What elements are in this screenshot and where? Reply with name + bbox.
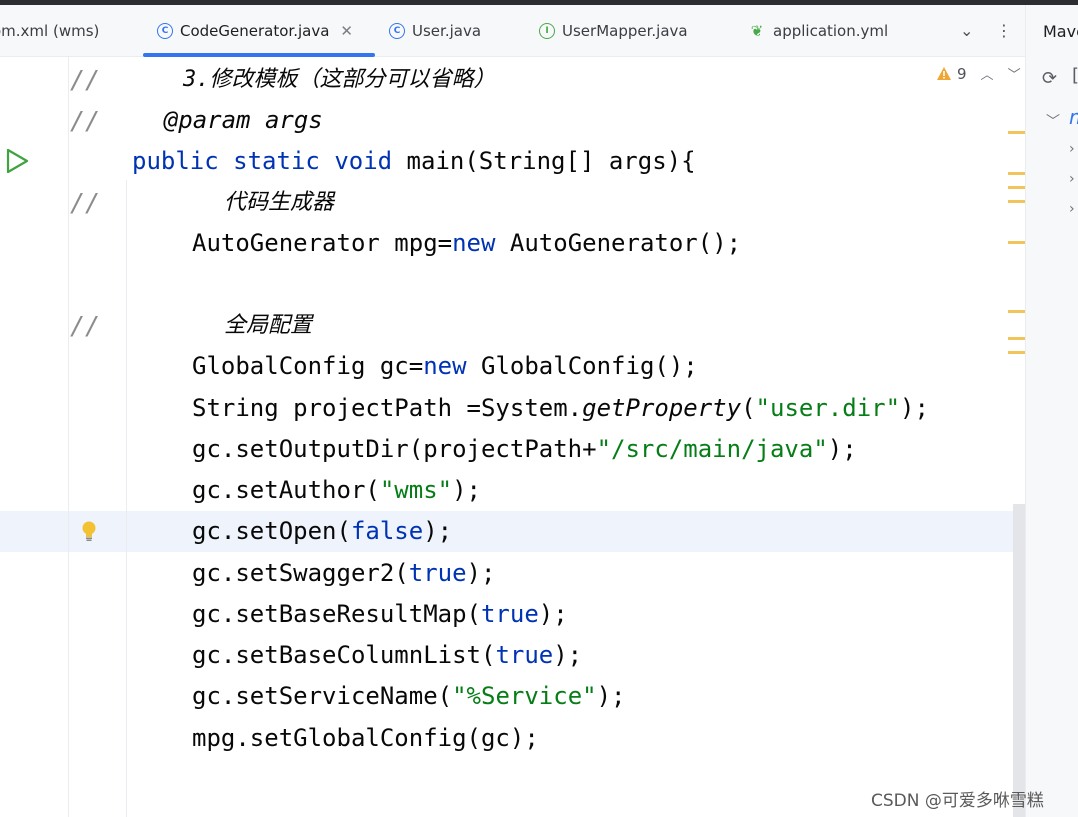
code-line[interactable]: // 全局配置 xyxy=(0,305,1010,346)
code-line[interactable]: gc.setServiceName("%Service"); xyxy=(0,676,1010,717)
comment-text: 全局配置 xyxy=(224,313,313,338)
class-icon: C xyxy=(157,23,173,39)
code-text: AutoGenerator(); xyxy=(495,229,742,257)
keyword: true xyxy=(408,559,467,587)
active-tab-indicator xyxy=(143,53,375,57)
warning-stripe-mark[interactable] xyxy=(1008,241,1025,244)
chevron-down-icon[interactable]: ﹀ xyxy=(1046,111,1060,131)
code-text: gc.setSwagger2( xyxy=(192,559,409,587)
code-line[interactable]: gc.setBaseResultMap(true); xyxy=(0,594,1010,635)
tab-pom-xml[interactable]: om.xml (wms) xyxy=(0,5,99,57)
string-literal: "%Service" xyxy=(452,682,597,710)
tool-window-title: Maven xyxy=(1043,22,1078,41)
keyword: public xyxy=(132,147,219,175)
code-text: ); xyxy=(466,559,496,587)
vertical-scrollbar[interactable] xyxy=(1013,504,1025,817)
code-text: gc.setOpen( xyxy=(192,517,351,545)
class-icon: C xyxy=(389,23,405,39)
code-line-current[interactable]: gc.setOpen(false); xyxy=(0,511,1010,552)
code-text: ); xyxy=(423,517,453,545)
code-line[interactable]: gc.setOutputDir(projectPath+"/src/main/j… xyxy=(0,429,1010,470)
spring-leaf-icon: ❦ xyxy=(750,22,764,40)
chevron-right-icon[interactable]: › xyxy=(1069,141,1075,157)
code-line[interactable]: public static void main(String[] args){ xyxy=(0,141,1010,182)
add-project-icon[interactable]: [ xyxy=(1072,65,1078,86)
warning-stripe-mark[interactable] xyxy=(1008,131,1025,134)
code-line[interactable]: String projectPath =System.getProperty("… xyxy=(0,388,1010,429)
line-comment-marker: // xyxy=(70,65,101,94)
close-icon[interactable]: ✕ xyxy=(340,22,353,40)
string-literal: "wms" xyxy=(379,476,453,504)
keyword: true xyxy=(480,600,539,628)
code-text: ); xyxy=(553,641,583,669)
reload-icon[interactable]: ⟳ xyxy=(1042,68,1057,89)
code-text: gc.setAuthor( xyxy=(192,476,380,504)
watermark: CSDN @可爱多咻雪糕 xyxy=(871,791,1044,811)
keyword: new xyxy=(452,229,496,257)
code-line[interactable]: GlobalConfig gc=new GlobalConfig(); xyxy=(0,346,1010,387)
tab-label: User.java xyxy=(412,22,482,40)
warning-stripe-mark[interactable] xyxy=(1008,200,1025,203)
code-text: main(String[] args){ xyxy=(392,147,696,175)
keyword: true xyxy=(495,641,554,669)
code-text: gc.setBaseResultMap( xyxy=(192,600,481,628)
code-line[interactable]: // @param args xyxy=(0,100,1010,141)
chevron-down-icon[interactable]: ⌄ xyxy=(960,21,973,40)
code-text: ( xyxy=(741,394,756,422)
code-text: ); xyxy=(827,435,857,463)
code-text: GlobalConfig(); xyxy=(466,352,698,380)
warning-stripe-mark[interactable] xyxy=(1008,172,1025,175)
tab-user-java[interactable]: C User.java xyxy=(389,5,481,57)
method-call: getProperty xyxy=(582,394,742,422)
comment-text: @param args xyxy=(106,106,323,134)
code-text: ); xyxy=(452,476,481,504)
keyword: void xyxy=(334,147,393,175)
warning-stripe-mark[interactable] xyxy=(1008,186,1025,189)
code-text: GlobalConfig gc= xyxy=(192,352,424,380)
interface-icon: I xyxy=(539,23,555,39)
keyword: false xyxy=(350,517,424,545)
string-literal: "user.dir" xyxy=(755,394,901,422)
comment-text: 代码生成器 xyxy=(224,190,335,215)
tab-application-yml[interactable]: ❦ application.yml xyxy=(748,5,888,57)
code-text: gc.setServiceName( xyxy=(192,682,453,710)
string-literal: "/src/main/java" xyxy=(596,435,828,463)
tab-label: CodeGenerator.java xyxy=(180,22,330,40)
tab-code-generator[interactable]: C CodeGenerator.java ✕ xyxy=(157,5,353,57)
code-text: ); xyxy=(596,682,626,710)
chevron-right-icon[interactable]: › xyxy=(1069,201,1075,217)
code-text: ); xyxy=(900,394,929,422)
tab-label: UserMapper.java xyxy=(562,22,688,40)
code-text: String projectPath =System. xyxy=(192,394,583,422)
tab-user-mapper[interactable]: I UserMapper.java xyxy=(539,5,688,57)
line-comment-marker: // xyxy=(70,106,101,135)
warning-stripe-mark[interactable] xyxy=(1008,351,1025,354)
code-text: mpg.setGlobalConfig(gc); xyxy=(192,724,539,752)
code-line[interactable]: mpg.setGlobalConfig(gc); xyxy=(0,718,1010,759)
code-text: gc.setBaseColumnList( xyxy=(192,641,496,669)
chevron-right-icon[interactable]: › xyxy=(1069,171,1075,187)
code-text: ); xyxy=(538,600,568,628)
code-text: gc.setOutputDir(projectPath+ xyxy=(192,435,597,463)
warning-stripe-mark[interactable] xyxy=(1008,310,1025,313)
more-options-icon[interactable]: ⋮ xyxy=(996,21,1012,40)
keyword: static xyxy=(233,147,320,175)
code-line[interactable]: AutoGenerator mpg=new AutoGenerator(); xyxy=(0,223,1010,264)
code-line[interactable]: gc.setSwagger2(true); xyxy=(0,553,1010,594)
code-line[interactable]: // 3.修改模板（这部分可以省略） xyxy=(0,59,1010,100)
line-comment-marker: // xyxy=(70,311,101,340)
tab-label: application.yml xyxy=(773,22,889,40)
warning-stripe-mark[interactable] xyxy=(1008,337,1025,340)
maven-tool-window: Maven ⟳ [ ﹀ m › › › xyxy=(1025,5,1078,817)
comment-text: 3.修改模板（这部分可以省略） xyxy=(130,67,496,92)
maven-project-icon[interactable]: m xyxy=(1069,105,1078,129)
editor-tab-bar: om.xml (wms) C CodeGenerator.java ✕ C Us… xyxy=(0,5,1025,57)
code-line[interactable]: // 代码生成器 xyxy=(0,182,1010,223)
code-text: AutoGenerator mpg= xyxy=(192,229,453,257)
code-line[interactable]: gc.setAuthor("wms"); xyxy=(0,470,1010,511)
keyword: new xyxy=(423,352,467,380)
line-comment-marker: // xyxy=(70,188,101,217)
tab-label: om.xml (wms) xyxy=(0,22,100,40)
code-line[interactable]: gc.setBaseColumnList(true); xyxy=(0,635,1010,676)
